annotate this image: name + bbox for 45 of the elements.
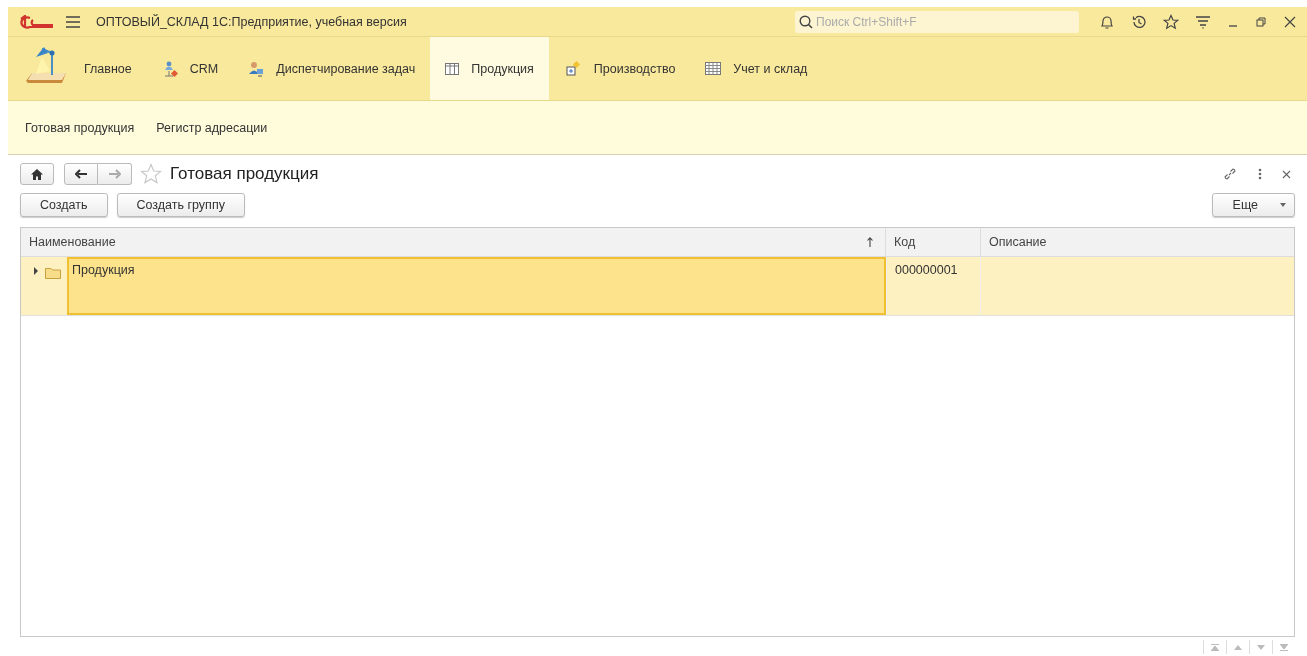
column-header[interactable]: Наименование bbox=[21, 228, 886, 256]
command-button[interactable]: Создать группу bbox=[116, 193, 245, 217]
column-header[interactable]: Описание bbox=[981, 228, 1294, 256]
back-arrow-icon bbox=[75, 169, 87, 179]
home-icon bbox=[31, 168, 43, 180]
section-tab[interactable]: Диспетчирование задач bbox=[233, 37, 431, 100]
logo-icon bbox=[20, 14, 54, 29]
section-tab[interactable]: Продукция bbox=[430, 37, 549, 100]
dropdown-caret-icon bbox=[1280, 203, 1286, 207]
folder-icon bbox=[45, 267, 61, 279]
link-icon[interactable] bbox=[1222, 166, 1238, 182]
scroll-down-icon bbox=[1257, 644, 1265, 650]
window-title: ОПТОВЫЙ_СКЛАД 1С:Предприятие, учебная версия bbox=[96, 14, 407, 29]
forward-arrow-icon bbox=[108, 169, 121, 179]
star-icon[interactable] bbox=[1163, 13, 1179, 30]
scroll-up-icon bbox=[1234, 644, 1242, 650]
subsection-link[interactable]: Готовая продукция bbox=[25, 120, 135, 135]
column-header[interactable]: Код bbox=[886, 228, 981, 256]
back-button[interactable] bbox=[64, 163, 98, 185]
table-row[interactable]: Продукция 000000001 bbox=[21, 257, 1294, 316]
scroll-bottom-icon bbox=[1280, 643, 1288, 651]
home-button[interactable] bbox=[20, 163, 54, 185]
expand-arrow-icon[interactable] bbox=[33, 267, 39, 275]
search-field[interactable]: Поиск Ctrl+Shift+F bbox=[795, 10, 1079, 33]
menu-icon[interactable] bbox=[66, 15, 80, 28]
favorite-star-icon[interactable] bbox=[140, 163, 162, 185]
bell-icon[interactable] bbox=[1099, 13, 1115, 30]
person-computer-icon bbox=[248, 60, 265, 77]
section-tab[interactable]: Учет и склад bbox=[690, 37, 823, 100]
form-title: Готовая продукция bbox=[170, 164, 319, 184]
more-button[interactable]: Еще bbox=[1211, 193, 1295, 217]
box-icon bbox=[563, 60, 582, 77]
table-icon bbox=[445, 62, 460, 75]
table-cell: Продукция bbox=[67, 257, 886, 315]
section-tab[interactable]: Производство bbox=[548, 37, 691, 100]
section-tab[interactable]: CRM bbox=[146, 37, 234, 100]
table-cell: 000000001 bbox=[886, 257, 981, 315]
subsection-link[interactable]: Регистр адресации bbox=[156, 120, 268, 135]
command-button[interactable]: Создать bbox=[20, 193, 108, 217]
history-icon[interactable] bbox=[1131, 13, 1147, 30]
section-tab[interactable]: Главное bbox=[8, 37, 147, 100]
scroll-top-icon bbox=[1211, 643, 1219, 651]
more-vertical-icon[interactable] bbox=[1258, 168, 1262, 180]
grid-icon bbox=[705, 62, 722, 75]
close-icon[interactable] bbox=[1282, 169, 1291, 179]
